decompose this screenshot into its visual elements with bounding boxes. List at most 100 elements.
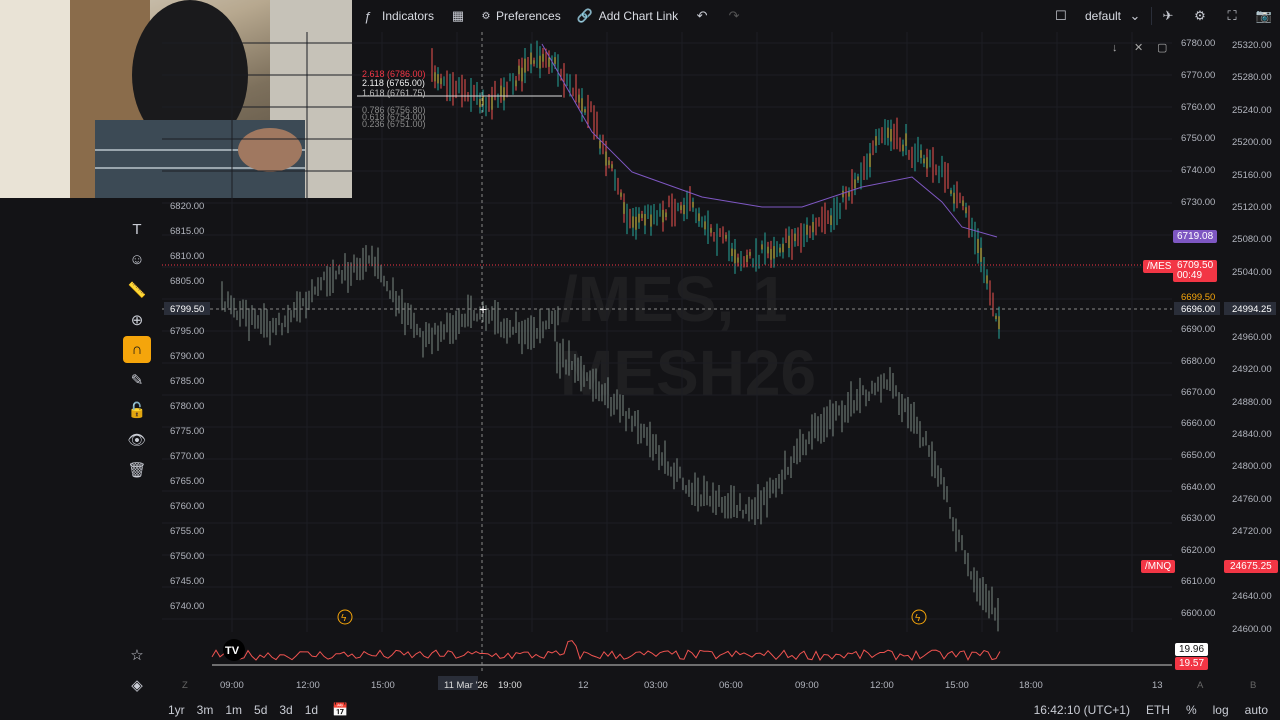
price-tick-far: 24760.00	[1232, 494, 1272, 505]
time-tick: 12:00	[296, 680, 320, 691]
lightning-icon: ϟ	[915, 613, 921, 624]
stay-in-drawing-tool[interactable]: ✎	[123, 366, 151, 393]
time-tick: 03:00	[644, 680, 668, 691]
layout-dropdown[interactable]: default ⌄	[1077, 0, 1151, 32]
clock[interactable]: 16:42:10 (UTC+1)	[1028, 703, 1136, 717]
redo-button[interactable]: ↷	[718, 0, 750, 32]
price-tick-right: 6610.00	[1181, 576, 1215, 587]
add-chart-link-label: Add Chart Link	[598, 9, 679, 23]
magnet-tool[interactable]: ∩	[123, 336, 151, 363]
download-icon[interactable]: ↓	[1112, 42, 1118, 54]
price-tick-far: 25120.00	[1232, 202, 1272, 213]
object-tree-tool[interactable]: ◈	[123, 671, 151, 698]
camera-icon: 📷	[1255, 8, 1273, 23]
grid-icon: ▦	[451, 8, 465, 23]
time-tick: 12	[578, 680, 589, 691]
text-icon: T	[132, 221, 142, 238]
volatility-pane	[211, 640, 1172, 666]
range-button-1d[interactable]: 1d	[299, 703, 324, 717]
settings-button[interactable]: ⚙	[1184, 0, 1216, 32]
price-tick-left: 6755.00	[170, 526, 204, 537]
price-tick-far: 25080.00	[1232, 234, 1272, 245]
price-tick-far: 25200.00	[1232, 137, 1272, 148]
eye-icon: 👁	[127, 431, 147, 449]
indicators-label: Indicators	[382, 9, 435, 23]
time-tick: 09:00	[795, 680, 819, 691]
price-tick-left: 6760.00	[170, 501, 204, 512]
gear-small-icon: ⚙	[481, 10, 491, 22]
price-tick-far: 25320.00	[1232, 40, 1272, 51]
lock-icon: 🔓	[127, 401, 147, 419]
calendar-icon[interactable]: 📅	[332, 702, 348, 718]
price-tick-far: 24800.00	[1232, 461, 1272, 472]
price-tick-right: 6699.50	[1181, 292, 1215, 303]
time-axis[interactable]: 09:00 12:00 15:00 11 Mar '26 19:00 12 03:00 06:…	[182, 676, 1256, 691]
log-toggle[interactable]: log	[1207, 703, 1235, 717]
range-button-3d[interactable]: 3d	[273, 703, 298, 717]
fullscreen-icon: ⛶	[1227, 8, 1237, 23]
session-toggle[interactable]: ETH	[1140, 703, 1176, 717]
range-button-5d[interactable]: 5d	[248, 703, 273, 717]
bottom-bar: 1yr 3m 1m 5d 3d 1d 📅 16:42:10 (UTC+1) ETH % l…	[162, 700, 1280, 720]
range-button-1yr[interactable]: 1yr	[162, 703, 191, 717]
add-chart-link-button[interactable]: 🔗 Add Chart Link	[569, 0, 686, 32]
price-tick-left: 6810.00	[170, 251, 204, 262]
hide-tool[interactable]: 👁	[123, 426, 151, 453]
percent-toggle[interactable]: %	[1180, 703, 1203, 717]
fullscreen-button[interactable]: ⛶	[1216, 0, 1248, 32]
preferences-button[interactable]: ⚙ Preferences	[474, 0, 569, 32]
time-tick: 06:00	[719, 680, 743, 691]
price-tick-left: 6790.00	[170, 351, 204, 362]
price-tick-left: 6820.00	[170, 201, 204, 212]
alert-button[interactable]: ✈	[1152, 0, 1184, 32]
fib-l3: 1.618 (6761.75)	[362, 88, 426, 98]
price-tick-right: 6600.00	[1181, 608, 1215, 619]
favorites-tool[interactable]: ☆	[123, 641, 151, 668]
time-tick: 09:00	[220, 680, 244, 691]
zoom-tool[interactable]: ⊕	[123, 306, 151, 333]
price-tick-right: 6650.00	[1181, 450, 1215, 461]
time-tick: 15:00	[371, 680, 395, 691]
range-button-3m[interactable]: 3m	[191, 703, 220, 717]
price-axis-far[interactable]: 25320.00 25280.00 25240.00 25200.00 25160.00…	[1224, 40, 1276, 635]
delete-tool[interactable]: 🗑	[123, 456, 151, 483]
price-tick-far: 25040.00	[1232, 267, 1272, 278]
indicators-icon: ƒ	[364, 8, 372, 24]
vol-value-1: 19.96	[1175, 643, 1209, 656]
price-tick-right: 6740.00	[1181, 165, 1215, 176]
price-tick-right: 6696.00	[1181, 304, 1215, 315]
auto-toggle[interactable]: auto	[1239, 703, 1274, 717]
text-tool[interactable]: T	[123, 216, 151, 243]
price-tick-left: 6770.00	[170, 451, 204, 462]
undo-button[interactable]: ↶	[686, 0, 718, 32]
chevron-down-icon: ⌄	[1129, 8, 1141, 23]
collapse-icon[interactable]: ✕	[1134, 42, 1143, 54]
price-tick-right: 6640.00	[1181, 482, 1215, 493]
layers-icon: ◈	[131, 676, 143, 694]
square-icon: ☐	[1055, 8, 1067, 23]
drawing-toolbar: T ☺ 📏 ⊕ ∩ ✎ 🔓 👁 🗑 ☆ ◈	[120, 198, 154, 698]
price-axis-right[interactable]: 6780.00 6770.00 6760.00 6750.00 6740.00 6730.…	[1174, 38, 1220, 619]
magnet-icon: ∩	[131, 341, 143, 358]
maximize-icon[interactable]: ▢	[1157, 42, 1167, 54]
top-toolbar: ƒ Indicators ▦ ⚙ Preferences 🔗 Add Chart…	[352, 0, 1280, 32]
emoji-tool[interactable]: ☺	[123, 246, 151, 273]
range-button-1m[interactable]: 1m	[219, 703, 248, 717]
price-tick-far: 24880.00	[1232, 397, 1272, 408]
price-tick-far: 24960.00	[1232, 332, 1272, 343]
ruler-icon: 📏	[127, 281, 147, 299]
redo-icon: ↷	[728, 8, 740, 23]
layouts-button[interactable]: ▦	[442, 0, 474, 32]
time-tick: 11 Mar '26	[444, 680, 488, 691]
price-tick-left: 6805.00	[170, 276, 204, 287]
chart-pane[interactable]: + 2.618 (6786.00) 2.118 (6765.00) 1.618 …	[162, 32, 1280, 696]
price-tick-far: 24920.00	[1232, 364, 1272, 375]
screenshot-button[interactable]: 📷	[1248, 0, 1280, 32]
select-layout-checkbox[interactable]: ☐	[1045, 0, 1077, 32]
price-axis-left[interactable]: 6820.00 6815.00 6810.00 6805.00 6799.50 6795.…	[164, 201, 210, 612]
indicators-button[interactable]: ƒ Indicators	[352, 0, 442, 32]
lock-tool[interactable]: 🔓	[123, 396, 151, 423]
measure-tool[interactable]: 📏	[123, 276, 151, 303]
preferences-label: Preferences	[496, 9, 561, 23]
price-chart[interactable]: + 2.618 (6786.00) 2.118 (6765.00) 1.618 …	[162, 32, 1280, 696]
